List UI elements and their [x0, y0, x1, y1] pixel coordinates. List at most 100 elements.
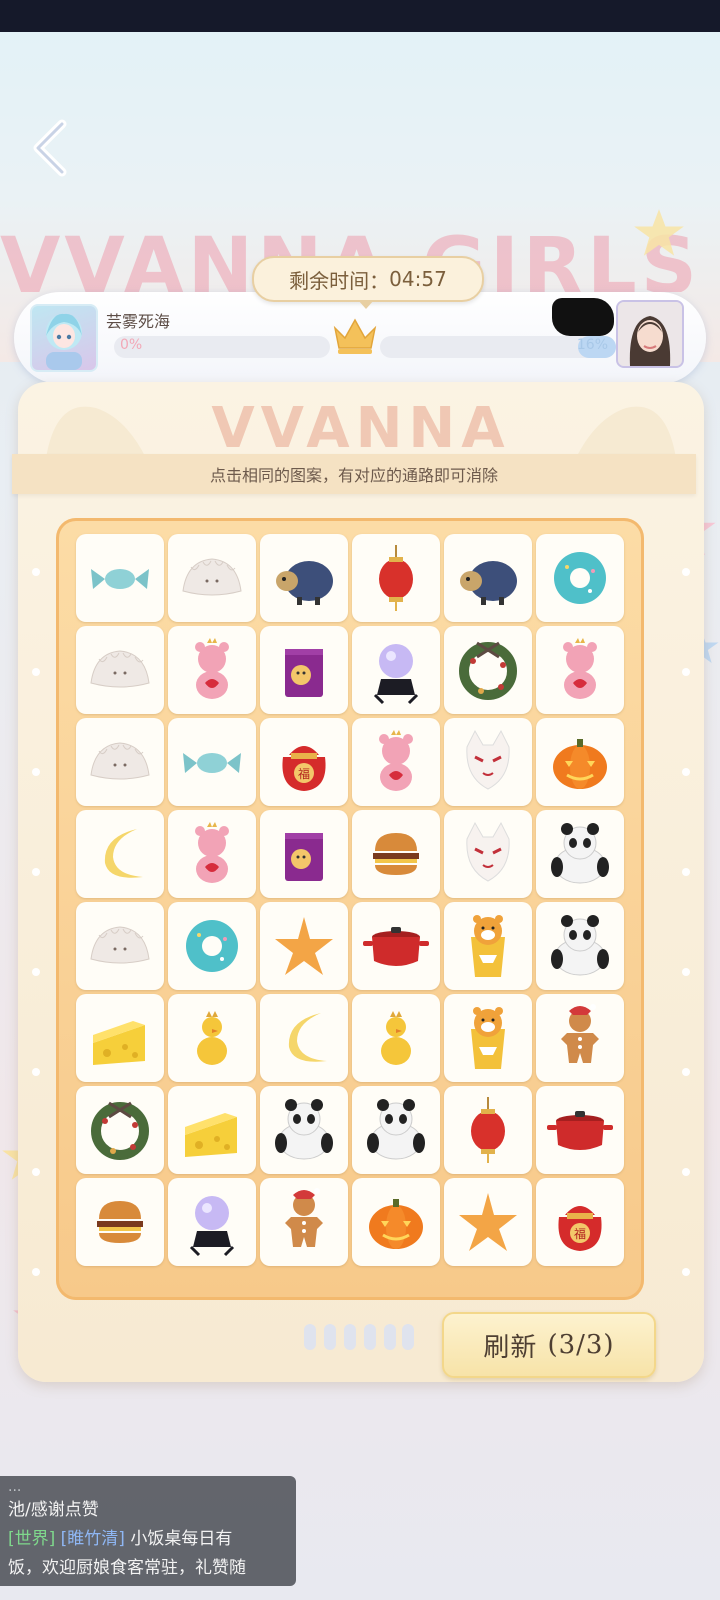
- fox-mask-icon: [466, 729, 510, 790]
- player-name-right-redacted: [552, 298, 614, 336]
- tile-candy[interactable]: [168, 718, 256, 806]
- tile-gift-bag[interactable]: [260, 810, 348, 898]
- tile-moon[interactable]: [76, 810, 164, 898]
- tile-moon[interactable]: [260, 994, 348, 1082]
- tile-sheep[interactable]: [260, 534, 348, 622]
- countdown-timer: 剩余时间： 04:57: [252, 256, 484, 309]
- crystal-ball-icon: [189, 1196, 235, 1257]
- tile-burger[interactable]: [352, 810, 440, 898]
- tile-bear[interactable]: [352, 718, 440, 806]
- tile-lantern[interactable]: [444, 1086, 532, 1174]
- tile-bear[interactable]: [168, 810, 256, 898]
- tile-starfish[interactable]: [260, 902, 348, 990]
- star-icon: [634, 209, 684, 256]
- panda-icon: [551, 823, 609, 884]
- world-chat-box[interactable]: ... 池/感谢点赞 [世界] [睢竹清] 小饭桌每日有 饭，欢迎厨娘食客常驻，…: [0, 1476, 296, 1586]
- lucky-bag-icon: 福: [558, 1206, 602, 1251]
- tile-pot[interactable]: [536, 1086, 624, 1174]
- dumpling-icon: [90, 926, 150, 964]
- tile-pumpkin[interactable]: [536, 718, 624, 806]
- back-arrow-icon[interactable]: [28, 118, 78, 178]
- wreath-icon: [459, 641, 517, 700]
- tile-tiger-cup[interactable]: [444, 902, 532, 990]
- tile-bear[interactable]: [536, 626, 624, 714]
- starfish-icon: [275, 917, 333, 975]
- tile-crystal-ball[interactable]: [168, 1178, 256, 1266]
- tile-pot[interactable]: [352, 902, 440, 990]
- player-avatar-left[interactable]: [30, 304, 98, 372]
- gift-bag-icon: [285, 833, 323, 881]
- tile-candy[interactable]: [76, 534, 164, 622]
- gift-bag-icon: [285, 649, 323, 697]
- pumpkin-icon: [553, 739, 607, 789]
- candy-icon: [183, 753, 241, 773]
- tile-panda[interactable]: [536, 902, 624, 990]
- cheese-icon: [185, 1113, 237, 1157]
- player-avatar-right[interactable]: [616, 300, 684, 368]
- tile-duck[interactable]: [352, 994, 440, 1082]
- tile-dumpling[interactable]: [76, 626, 164, 714]
- panel-lights-left: [32, 568, 40, 1276]
- tile-grid: 福福: [76, 534, 630, 1278]
- refresh-button[interactable]: 刷新 (3/3): [442, 1312, 656, 1378]
- tile-fox-mask[interactable]: [444, 718, 532, 806]
- donut-icon: [554, 552, 606, 604]
- tile-gingerbread[interactable]: [260, 1178, 348, 1266]
- tile-starfish[interactable]: [444, 1178, 532, 1266]
- chat-line: [世界] [睢竹清] 小饭桌每日有: [8, 1525, 288, 1554]
- tile-cheese[interactable]: [168, 1086, 256, 1174]
- tile-dumpling[interactable]: [168, 534, 256, 622]
- tile-gingerbread[interactable]: [536, 994, 624, 1082]
- duck-icon: [197, 1011, 227, 1065]
- tile-bear[interactable]: [168, 626, 256, 714]
- chat-sender[interactable]: [睢竹清]: [61, 1529, 125, 1549]
- fox-mask-icon: [466, 821, 510, 882]
- tile-panda[interactable]: [536, 810, 624, 898]
- tile-board: 福福: [56, 518, 644, 1300]
- bear-icon: [195, 638, 229, 699]
- tile-tiger-cup[interactable]: [444, 994, 532, 1082]
- tile-dumpling[interactable]: [76, 718, 164, 806]
- tile-gift-bag[interactable]: [260, 626, 348, 714]
- tile-dumpling[interactable]: [76, 902, 164, 990]
- dumpling-icon: [90, 742, 150, 780]
- tile-panda[interactable]: [260, 1086, 348, 1174]
- lantern-icon: [379, 545, 413, 611]
- tile-duck[interactable]: [168, 994, 256, 1082]
- tile-wreath[interactable]: [76, 1086, 164, 1174]
- instruction-text: 点击相同的图案，有对应的通路即可消除: [209, 466, 498, 485]
- pager-dots: [304, 1324, 414, 1350]
- tile-sheep[interactable]: [444, 534, 532, 622]
- tiger-cup-icon: [471, 1007, 505, 1069]
- tile-burger[interactable]: [76, 1178, 164, 1266]
- chat-channel-tag: [世界]: [8, 1529, 56, 1549]
- progress-percent-left: 0%: [120, 337, 143, 353]
- refresh-count: (3/3): [547, 1330, 615, 1360]
- tile-panda[interactable]: [352, 1086, 440, 1174]
- tiger-cup-icon: [471, 915, 505, 977]
- tile-lucky-bag[interactable]: 福: [260, 718, 348, 806]
- burger-icon: [373, 833, 419, 875]
- refresh-label: 刷新: [483, 1332, 538, 1363]
- tile-donut[interactable]: [536, 534, 624, 622]
- instruction-band: 点击相同的图案，有对应的通路即可消除: [12, 454, 696, 494]
- bear-icon: [195, 822, 229, 883]
- panel-lights-right: [682, 568, 690, 1276]
- lucky-bag-icon: 福: [282, 746, 326, 791]
- progress-track-right: 16%: [380, 336, 616, 358]
- svg-text:福: 福: [574, 1226, 586, 1241]
- pumpkin-icon: [369, 1199, 423, 1249]
- tile-pumpkin[interactable]: [352, 1178, 440, 1266]
- tile-lucky-bag[interactable]: 福: [536, 1178, 624, 1266]
- player-name-left: 芸雾死海: [106, 312, 171, 331]
- tile-cheese[interactable]: [76, 994, 164, 1082]
- tile-crystal-ball[interactable]: [352, 626, 440, 714]
- duck-icon: [381, 1011, 411, 1065]
- tile-donut[interactable]: [168, 902, 256, 990]
- donut-icon: [186, 920, 238, 972]
- moon-icon: [104, 829, 143, 878]
- tile-wreath[interactable]: [444, 626, 532, 714]
- tile-lantern[interactable]: [352, 534, 440, 622]
- gingerbread-icon: [561, 1004, 599, 1063]
- tile-fox-mask[interactable]: [444, 810, 532, 898]
